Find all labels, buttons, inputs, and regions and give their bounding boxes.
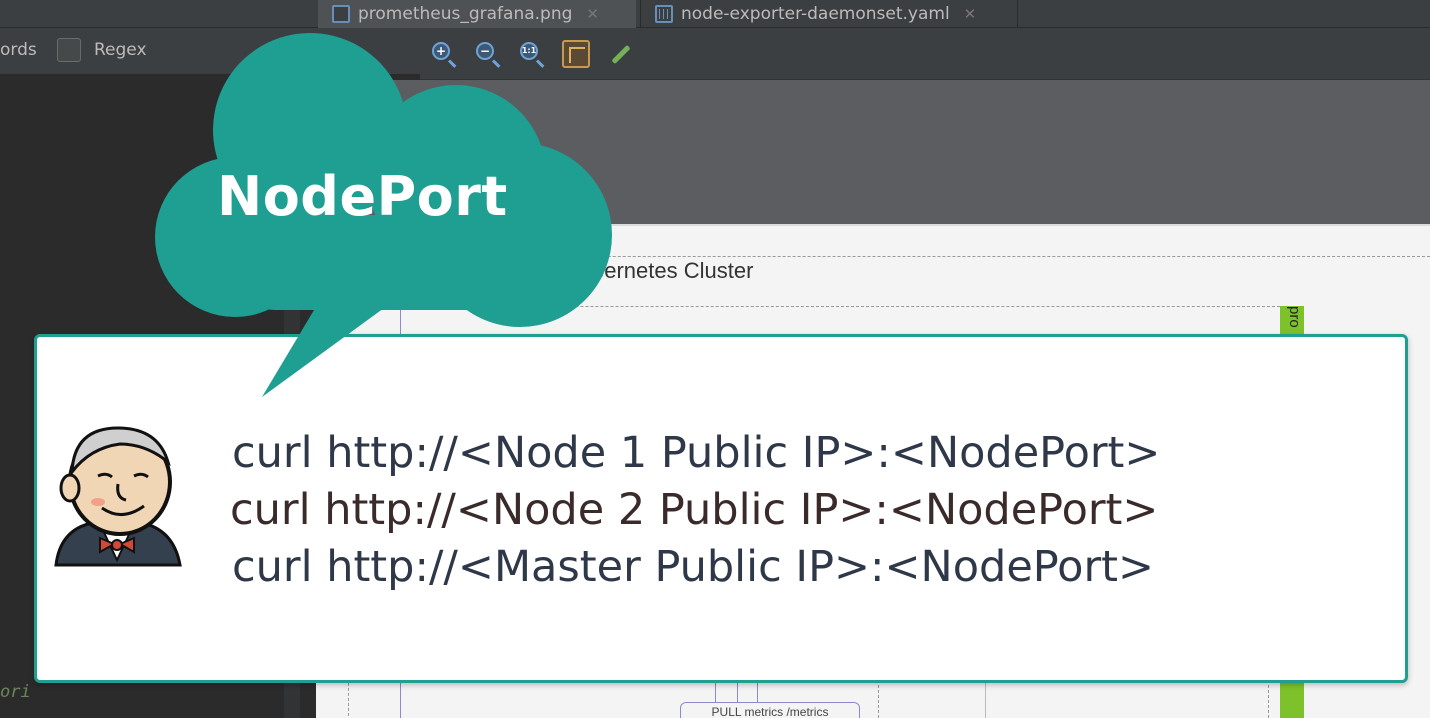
nodeport-title: NodePort <box>217 165 508 228</box>
divider <box>878 680 879 718</box>
tab-label: node-exporter-daemonset.yaml <box>681 4 950 24</box>
curl-command-node-1: curl http://<Node 1 Public IP>:<NodePort… <box>232 428 1161 478</box>
prometheus-bar-label: pro <box>1286 306 1303 328</box>
tab-node-exporter-daemonset[interactable]: node-exporter-daemonset.yaml ✕ <box>640 0 1018 28</box>
curl-command-node-2: curl http://<Node 2 Public IP>:<NodePort… <box>230 485 1159 535</box>
divider <box>985 680 986 718</box>
jenkins-mascot-icon <box>54 426 182 567</box>
code-fragment: ori <box>0 682 31 702</box>
close-icon[interactable]: ✕ <box>964 5 977 23</box>
words-option-label[interactable]: ords <box>0 40 37 60</box>
yaml-file-icon <box>655 5 673 23</box>
regex-checkbox[interactable] <box>57 38 81 62</box>
regex-label[interactable]: Regex <box>94 40 147 60</box>
curl-command-master: curl http://<Master Public IP>:<NodePort… <box>232 542 1155 592</box>
pull-metrics-box: PULL metrics /metrics <box>680 702 860 718</box>
divider <box>1268 680 1269 718</box>
